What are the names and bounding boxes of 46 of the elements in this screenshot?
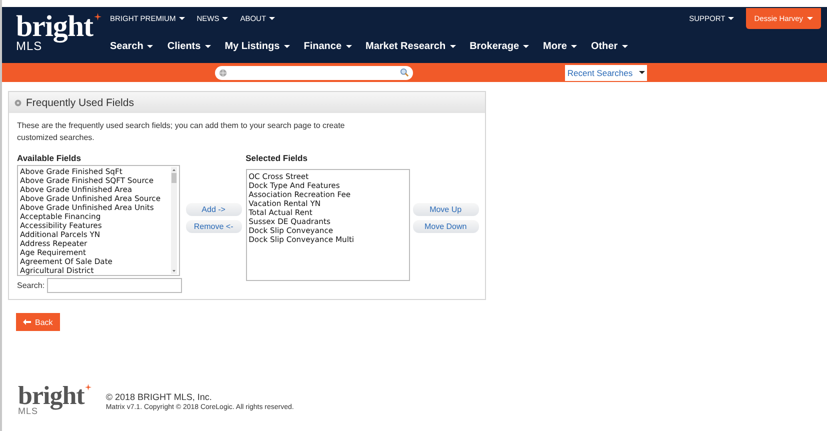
caret-icon (222, 16, 228, 20)
caret-icon (638, 71, 645, 74)
recent-searches-dropdown[interactable]: Recent Searches (565, 64, 647, 80)
search-label: Search: (17, 281, 45, 290)
nav-link[interactable]: Search (110, 40, 154, 52)
caret-icon (284, 44, 290, 48)
nav-link[interactable]: More (543, 40, 577, 52)
logo-subtitle: MLS (16, 40, 42, 52)
globe-icon (219, 68, 227, 76)
nav-link[interactable]: My Listings (224, 40, 290, 52)
nav-link[interactable]: Clients (167, 40, 211, 52)
scrollbar[interactable] (171, 167, 177, 274)
add-button[interactable]: Add -> (186, 203, 242, 216)
footer-logo-wordmark: bright (18, 384, 84, 408)
nav-link[interactable]: Finance (304, 40, 352, 52)
search-icon[interactable] (400, 68, 409, 77)
copyright-text: © 2018 BRIGHT MLS, Inc. (106, 392, 213, 402)
caret-icon (269, 16, 276, 20)
caret-icon (622, 44, 628, 48)
arrow-left-icon (23, 319, 31, 325)
available-fields-list[interactable] (17, 165, 180, 276)
nav-link[interactable]: Other (590, 40, 628, 52)
panel-title: Frequently Used Fields (26, 96, 134, 108)
field-search-input[interactable] (46, 278, 182, 293)
caret-icon (450, 44, 456, 48)
nav-link[interactable]: Market Research (366, 40, 456, 52)
star-icon (94, 13, 102, 20)
caret-icon (728, 16, 734, 20)
selected-fields-label: Selected Fields (246, 153, 308, 163)
caret-icon (346, 44, 352, 48)
caret-icon (523, 44, 530, 48)
gear-icon (14, 98, 22, 106)
move-up-button[interactable]: Move Up (412, 203, 479, 216)
star-icon (85, 384, 92, 390)
search-field[interactable] (215, 66, 413, 80)
available-fields-label: Available Fields (17, 153, 82, 163)
caret-icon (204, 44, 211, 48)
footer-logo-subtitle: MLS (18, 407, 38, 416)
caret-icon (570, 44, 577, 48)
remove-button[interactable]: Remove <- (186, 220, 242, 233)
description-text: These are the frequently used search fields; you can add them to your search page to create customized searches. (17, 120, 346, 144)
move-down-button[interactable]: Move Down (412, 220, 479, 233)
caret-icon (178, 16, 185, 20)
nav-link[interactable]: Brokerage (470, 40, 530, 52)
caret-icon (147, 44, 154, 48)
caret-icon (807, 16, 813, 20)
